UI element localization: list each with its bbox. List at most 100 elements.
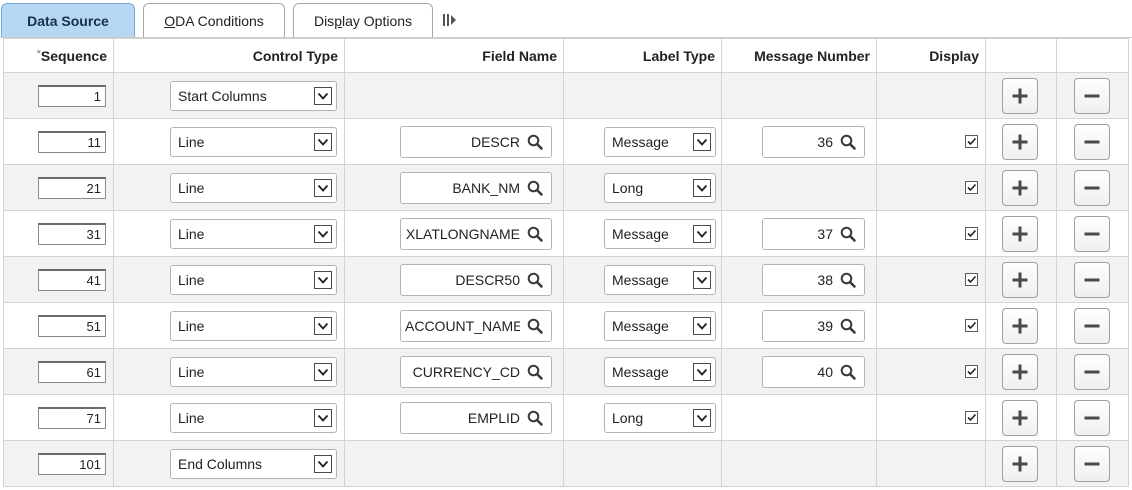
magnifier-icon[interactable]	[839, 225, 857, 243]
add-row-button[interactable]	[1002, 445, 1038, 482]
field-name-input[interactable]: DESCR	[400, 125, 552, 158]
control-type-select[interactable]: Line	[170, 172, 337, 203]
sequence-input[interactable]	[38, 84, 106, 107]
field-name-input[interactable]: CURRENCY_CD	[400, 355, 552, 388]
tab-oda-conditions[interactable]: ODA Conditions	[143, 3, 285, 37]
delete-row-button[interactable]	[1074, 445, 1110, 482]
magnifier-icon[interactable]	[839, 363, 857, 381]
chevron-down-icon[interactable]	[693, 224, 711, 243]
chevron-down-icon[interactable]	[314, 316, 332, 335]
sequence-input[interactable]	[38, 360, 106, 383]
delete-row-button[interactable]	[1074, 77, 1110, 114]
magnifier-icon[interactable]	[526, 271, 544, 289]
message-number-cell	[721, 72, 877, 119]
sequence-input[interactable]	[38, 176, 106, 199]
message-number-input[interactable]: 40	[762, 355, 865, 388]
tab-display-options[interactable]: Display Options	[293, 3, 433, 37]
label-type-select[interactable]: Message	[604, 356, 716, 387]
add-row-button[interactable]	[1002, 307, 1038, 344]
chevron-down-icon[interactable]	[693, 362, 711, 381]
display-checkbox[interactable]	[965, 181, 978, 194]
chevron-down-icon[interactable]	[693, 270, 711, 289]
magnifier-icon[interactable]	[526, 179, 544, 197]
chevron-down-icon[interactable]	[693, 408, 711, 427]
delete-row-button[interactable]	[1074, 399, 1110, 436]
label-type-cell: Message	[563, 348, 722, 395]
magnifier-icon[interactable]	[526, 409, 544, 427]
display-checkbox[interactable]	[965, 227, 978, 240]
chevron-down-icon[interactable]	[314, 362, 332, 381]
chevron-down-icon[interactable]	[314, 132, 332, 151]
field-name-input[interactable]: BANK_NM	[400, 171, 552, 204]
chevron-down-icon[interactable]	[314, 224, 332, 243]
chevron-down-icon[interactable]	[693, 132, 711, 151]
add-cell	[985, 256, 1057, 303]
control-type-select[interactable]: Line	[170, 218, 337, 249]
delete-row-button[interactable]	[1074, 215, 1110, 252]
sequence-input[interactable]	[38, 268, 106, 291]
label-type-select[interactable]: Message	[604, 218, 716, 249]
chevron-down-icon[interactable]	[314, 408, 332, 427]
sequence-input[interactable]	[38, 314, 106, 337]
label-type-select[interactable]: Long	[604, 402, 716, 433]
field-name-cell: BANK_NM	[344, 164, 564, 211]
add-row-button[interactable]	[1002, 353, 1038, 390]
display-checkbox[interactable]	[965, 365, 978, 378]
display-checkbox[interactable]	[965, 273, 978, 286]
sequence-input[interactable]	[38, 406, 106, 429]
magnifier-icon[interactable]	[839, 271, 857, 289]
field-name-input[interactable]: EMPLID	[400, 401, 552, 434]
field-name-input[interactable]: DESCR50	[400, 263, 552, 296]
message-number-input[interactable]: 36	[762, 125, 865, 158]
sequence-input[interactable]	[38, 452, 106, 475]
table-row: Line CURRENCY_CD Message 40	[3, 348, 1129, 395]
chevron-down-icon[interactable]	[314, 86, 332, 105]
control-type-select[interactable]: Start Columns	[170, 80, 337, 111]
label-type-select[interactable]: Long	[604, 172, 716, 203]
delete-row-button[interactable]	[1074, 261, 1110, 298]
message-number-input[interactable]: 39	[762, 309, 865, 342]
magnifier-icon[interactable]	[526, 317, 544, 335]
add-row-button[interactable]	[1002, 77, 1038, 114]
field-name-input[interactable]: XLATLONGNAME	[400, 217, 552, 250]
control-type-select[interactable]: Line	[170, 402, 337, 433]
field-name-input[interactable]: ACCOUNT_NAME	[400, 309, 552, 342]
show-all-tabs-icon[interactable]	[441, 12, 457, 28]
chevron-down-icon[interactable]	[314, 270, 332, 289]
chevron-down-icon[interactable]	[693, 316, 711, 335]
delete-row-button[interactable]	[1074, 307, 1110, 344]
control-type-select[interactable]: Line	[170, 356, 337, 387]
magnifier-icon[interactable]	[526, 133, 544, 151]
display-checkbox[interactable]	[965, 411, 978, 424]
display-checkbox[interactable]	[965, 319, 978, 332]
control-type-select[interactable]: End Columns	[170, 448, 337, 479]
magnifier-icon[interactable]	[526, 225, 544, 243]
sequence-input[interactable]	[38, 222, 106, 245]
magnifier-icon[interactable]	[526, 363, 544, 381]
delete-row-button[interactable]	[1074, 353, 1110, 390]
add-row-button[interactable]	[1002, 261, 1038, 298]
control-type-select[interactable]: Line	[170, 310, 337, 341]
sequence-input[interactable]	[38, 130, 106, 153]
delete-row-button[interactable]	[1074, 169, 1110, 206]
magnifier-icon[interactable]	[839, 317, 857, 335]
chevron-down-icon[interactable]	[314, 454, 332, 473]
control-type-select[interactable]: Line	[170, 126, 337, 157]
add-row-button[interactable]	[1002, 169, 1038, 206]
add-row-button[interactable]	[1002, 123, 1038, 160]
display-checkbox[interactable]	[965, 135, 978, 148]
control-type-select[interactable]: Line	[170, 264, 337, 295]
chevron-down-icon[interactable]	[693, 178, 711, 197]
add-row-button[interactable]	[1002, 215, 1038, 252]
message-number-input[interactable]: 38	[762, 263, 865, 296]
delete-row-button[interactable]	[1074, 123, 1110, 160]
magnifier-icon[interactable]	[839, 133, 857, 151]
label-type-select[interactable]: Message	[604, 264, 716, 295]
add-row-button[interactable]	[1002, 399, 1038, 436]
plus-icon	[1011, 363, 1029, 381]
label-type-select[interactable]: Message	[604, 126, 716, 157]
label-type-select[interactable]: Message	[604, 310, 716, 341]
message-number-input[interactable]: 37	[762, 217, 865, 250]
chevron-down-icon[interactable]	[314, 178, 332, 197]
tab-data-source[interactable]: Data Source	[1, 3, 135, 37]
